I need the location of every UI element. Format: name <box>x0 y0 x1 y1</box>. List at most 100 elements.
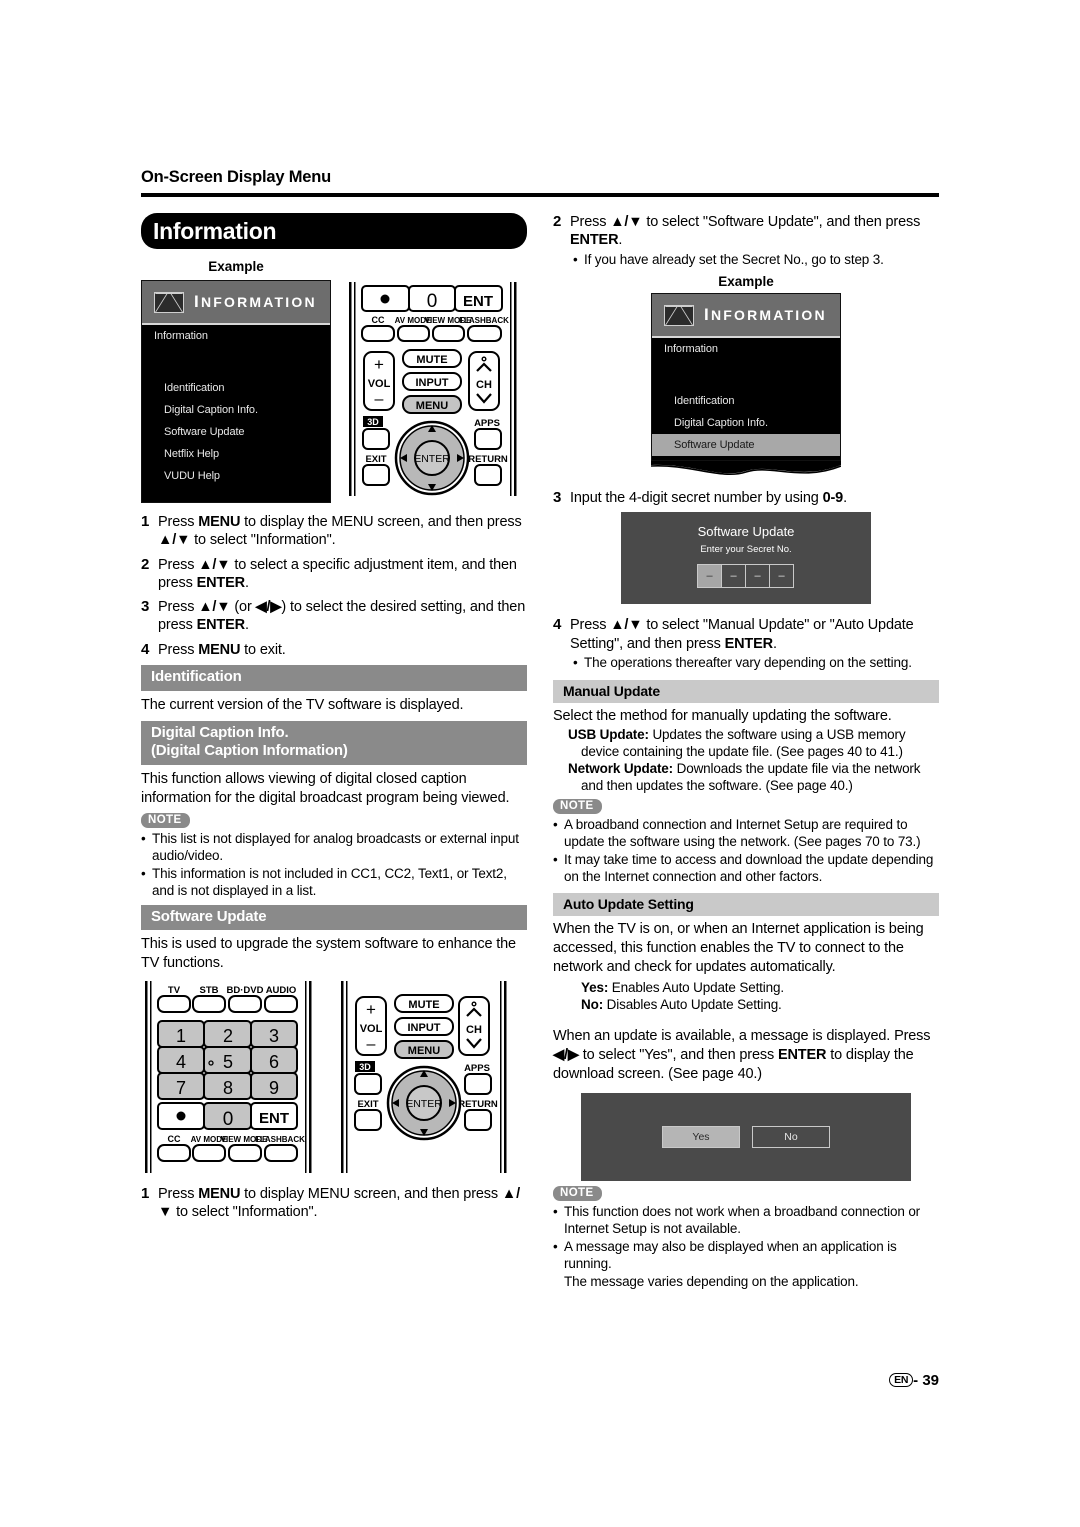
dialog-title: Software Update <box>697 524 795 540</box>
yes-button[interactable]: Yes <box>662 1126 740 1149</box>
identification-body: The current version of the TV software i… <box>141 696 464 713</box>
note-text: A broadband connection and Internet Setu… <box>564 817 921 850</box>
osd-item[interactable]: Netflix Help <box>142 443 330 465</box>
step-item: 4 Press ▲/▼ to select "Manual Update" or… <box>553 616 939 653</box>
auto-update-def-yes: Yes: Enables Auto Update Setting. <box>581 979 784 995</box>
note-badge: NOTE <box>553 799 602 815</box>
svg-text:4: 4 <box>176 1052 186 1072</box>
digital-caption-heading-line2: (Digital Caption Information) <box>151 741 348 759</box>
secret-digit-group[interactable]: – – – – <box>621 564 871 589</box>
secret-number-dialog: Software Update Enter your Secret No. – … <box>621 512 871 605</box>
svg-text:3D: 3D <box>367 417 379 427</box>
torn-edge-graphic <box>651 461 841 476</box>
right-column: 2 Press ▲/▼ to select "Software Update",… <box>553 213 939 1291</box>
svg-text:ENT: ENT <box>463 293 493 310</box>
step-text: Press ▲/▼ to select a specific adjustmen… <box>158 556 517 591</box>
osd-menu-right-wrap: INFORMATION Information Identification D… <box>553 293 939 483</box>
osd-item[interactable]: Identification <box>142 377 330 399</box>
svg-text:MUTE: MUTE <box>408 999 439 1011</box>
svg-text:INPUT: INPUT <box>416 377 449 389</box>
osd-item[interactable]: Digital Caption Info. <box>142 399 330 421</box>
svg-text:+: + <box>374 355 384 374</box>
svg-text:–: – <box>367 1036 376 1053</box>
note-badge: NOTE <box>553 1186 602 1202</box>
no-button[interactable]: No <box>752 1126 830 1149</box>
osd-item[interactable]: Information <box>652 338 840 360</box>
section-title: Information <box>141 213 527 249</box>
note-item: • A message may also be displayed when an… <box>553 1238 939 1272</box>
left-column: Information Example INFORMATION Informat… <box>141 213 527 1227</box>
bullet-dot: • <box>573 251 578 267</box>
bullet-text: If you have already set the Secret No., … <box>584 251 884 267</box>
header-rule <box>141 193 939 197</box>
step-item: 2 Press ▲/▼ to select a specific adjustm… <box>141 556 527 593</box>
osd-item[interactable]: Digital Caption Info. <box>652 412 840 434</box>
step-text: Press MENU to display MENU screen, and t… <box>158 1185 520 1221</box>
envelope-icon <box>664 304 694 326</box>
osd-menu-right: INFORMATION Information Identification D… <box>651 293 841 462</box>
example-caption-right: Example <box>718 274 774 290</box>
digital-caption-heading-line1: Digital Caption Info. <box>151 723 289 741</box>
step-text: Press ▲/▼ to select "Manual Update" or "… <box>570 617 914 652</box>
svg-text:ENTER: ENTER <box>414 453 450 465</box>
svg-text:ENTER: ENTER <box>406 1098 442 1110</box>
osd-item[interactable]: VUDU Help <box>142 465 330 494</box>
svg-text:CC: CC <box>372 315 385 325</box>
svg-text:+: + <box>366 1000 376 1019</box>
osd-header-title: INFORMATION <box>194 292 317 311</box>
step-number: 2 <box>553 213 562 230</box>
svg-text:–: – <box>375 391 384 408</box>
bullet-text: The operations thereafter vary depending… <box>584 654 912 670</box>
svg-text:STB: STB <box>200 985 219 996</box>
bullet-dot: • <box>553 852 558 868</box>
step-text: Press ▲/▼ (or ◀/▶) to select the desired… <box>158 599 526 634</box>
identification-heading: Identification <box>141 665 527 691</box>
step-number: 4 <box>141 640 150 658</box>
step-number: 1 <box>141 1184 150 1202</box>
svg-text:TV: TV <box>168 985 181 996</box>
secret-digit[interactable]: – <box>697 564 722 589</box>
svg-text:8: 8 <box>223 1078 233 1098</box>
bullet-dot: • <box>141 830 146 846</box>
step-item: 4 Press MENU to exit. <box>141 641 527 660</box>
step-item: 3 Input the 4-digit secret number by usi… <box>553 489 939 508</box>
secret-digit[interactable]: – <box>769 564 794 589</box>
digital-caption-notes: • This list is not displayed for analog b… <box>141 830 527 899</box>
note-item: • It may take time to access and download… <box>553 851 939 885</box>
bullet-dot: • <box>573 654 578 670</box>
osd-item[interactable]: Software Update <box>142 421 330 443</box>
digital-caption-body: This function allows viewing of digital … <box>141 771 510 807</box>
svg-text:3: 3 <box>269 1026 279 1046</box>
svg-text:0: 0 <box>223 1109 234 1130</box>
svg-text:APPS: APPS <box>474 418 500 429</box>
step-item: 1 Press MENU to display the MENU screen,… <box>141 513 527 550</box>
osd-item-selected[interactable]: Software Update <box>652 434 840 457</box>
manual-update-def-usb: USB Update: Updates the software using a… <box>568 726 906 759</box>
remote-svg-keypad: TV STB BD·DVD AUDIO 1 2 3 4 5 6 7 8 9 0 … <box>145 980 312 1173</box>
secret-digit[interactable]: – <box>721 564 746 589</box>
left-steps: 1 Press MENU to display the MENU screen,… <box>141 513 527 659</box>
note-item: • This list is not displayed for analog b… <box>141 830 527 864</box>
manual-update-heading: Manual Update <box>553 679 939 703</box>
step-text: Press MENU to display the MENU screen, a… <box>158 514 522 549</box>
osd-header-bar: INFORMATION <box>652 294 840 339</box>
auto-update-body2: When an update is available, a message i… <box>553 1027 931 1082</box>
svg-text:INPUT: INPUT <box>408 1022 441 1034</box>
svg-text:MUTE: MUTE <box>416 354 447 366</box>
svg-text:EXIT: EXIT <box>357 1099 378 1110</box>
secret-digit[interactable]: – <box>745 564 770 589</box>
svg-text:MENU: MENU <box>416 400 448 412</box>
page-footer: EN - 39 <box>0 1372 1080 1389</box>
osd-spacer <box>142 347 330 377</box>
note-text: This function does not work when a broad… <box>564 1204 921 1237</box>
step-text: Input the 4-digit secret number by using… <box>570 490 847 507</box>
osd-item[interactable]: Information <box>142 325 330 347</box>
svg-text:9: 9 <box>269 1078 279 1098</box>
svg-text:5: 5 <box>223 1052 233 1072</box>
osd-header-title: INFORMATION <box>704 305 827 325</box>
osd-header-bar: INFORMATION <box>142 281 330 325</box>
secret-dialog-wrap: Software Update Enter your Secret No. – … <box>553 512 939 605</box>
svg-text:FLASHBACK: FLASHBACK <box>255 1135 305 1144</box>
svg-text:CH: CH <box>466 1024 482 1036</box>
osd-item[interactable]: Identification <box>652 390 840 412</box>
